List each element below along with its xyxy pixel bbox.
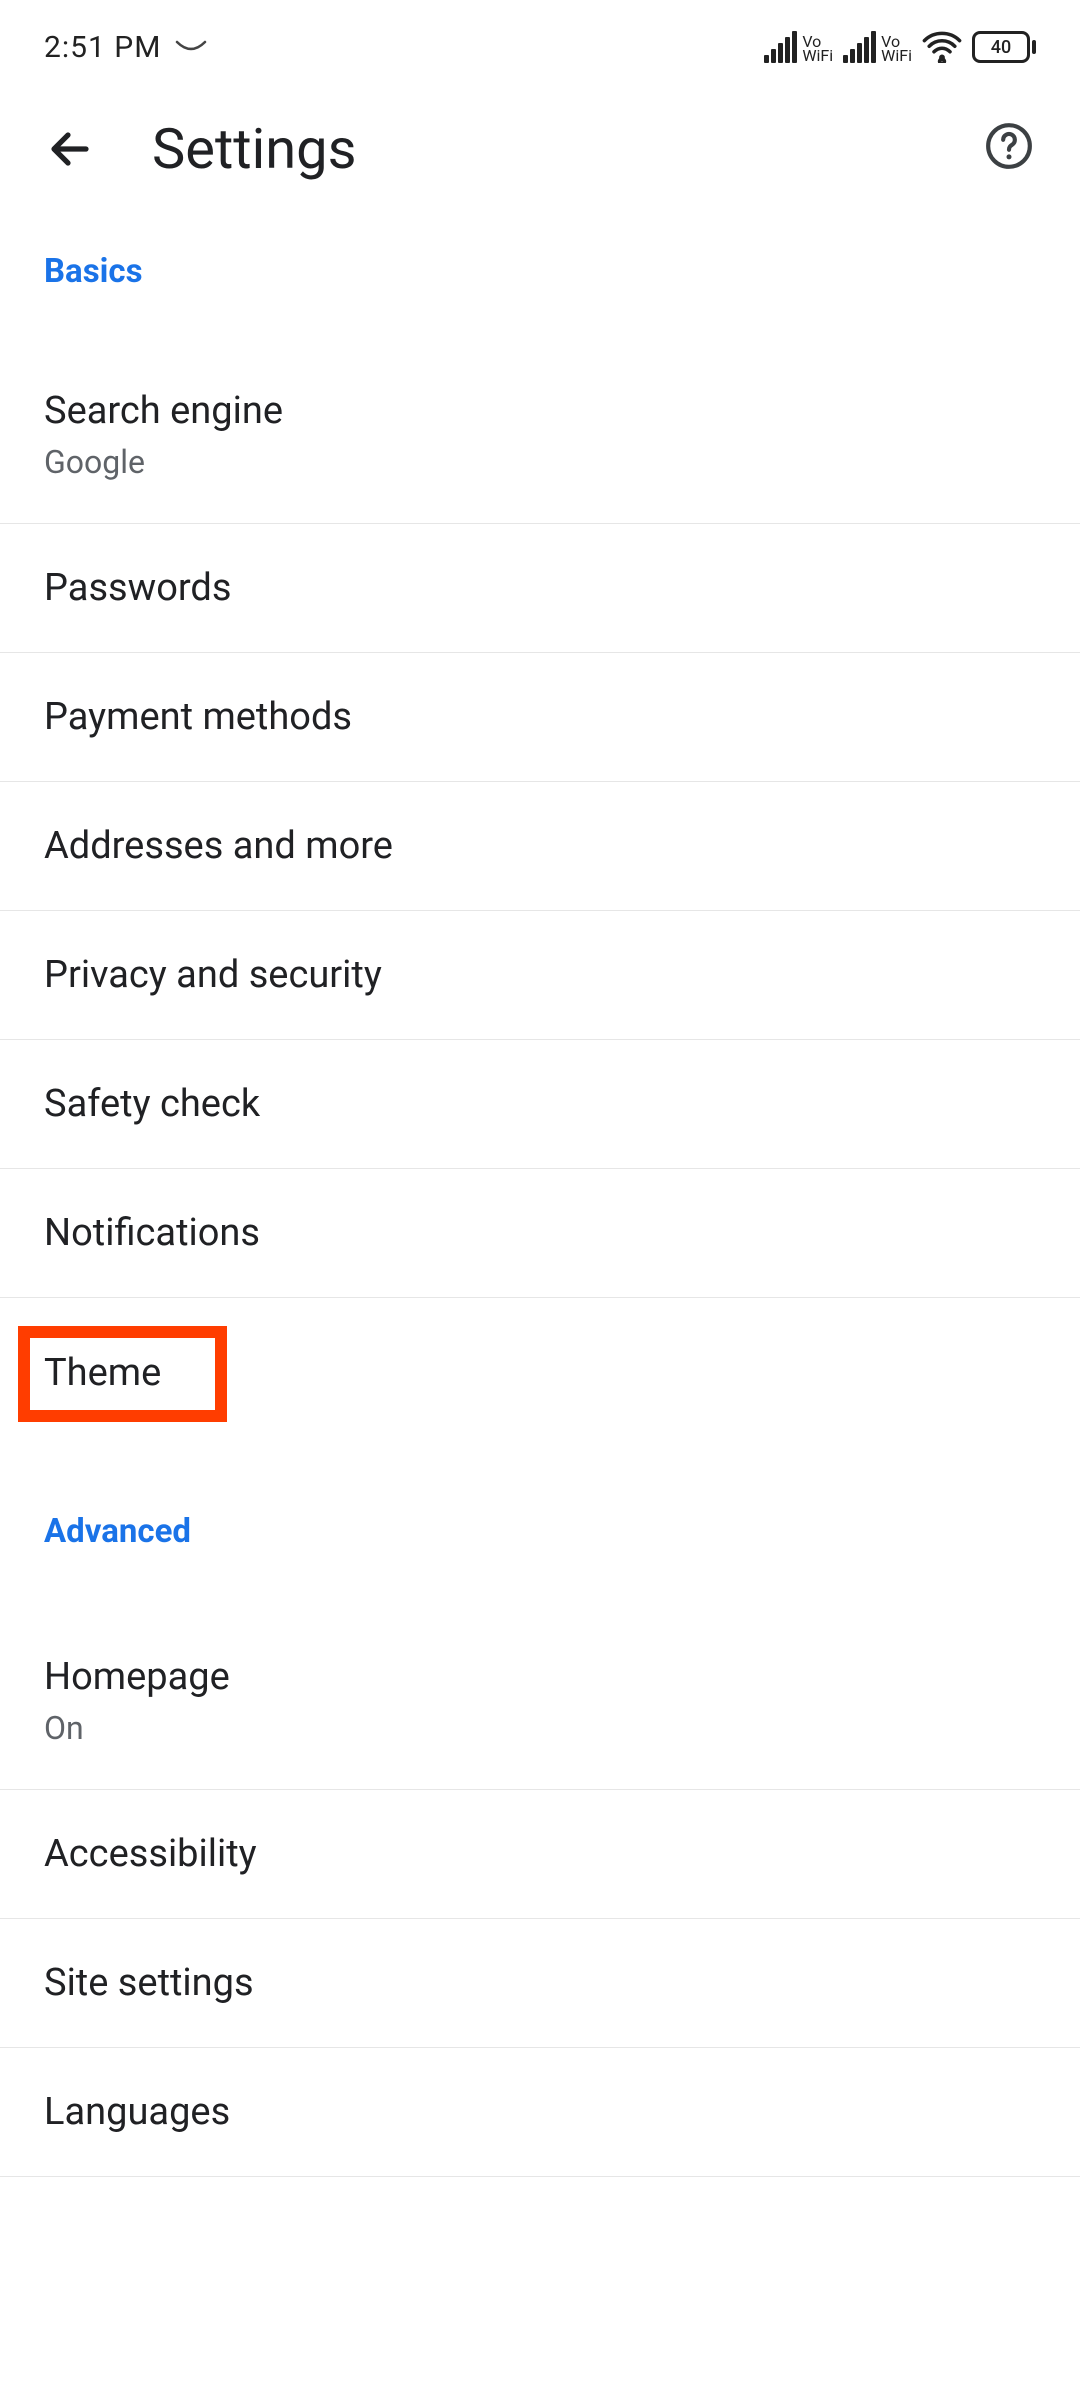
item-title: Theme (44, 1351, 161, 1395)
item-title: Safety check (44, 1082, 1036, 1126)
battery-level: 40 (972, 31, 1030, 63)
help-button[interactable] (984, 121, 1040, 177)
settings-item-site-settings[interactable]: Site settings (0, 1919, 1080, 2048)
signal-bars-icon (843, 31, 876, 63)
settings-item-privacy-security[interactable]: Privacy and security (0, 911, 1080, 1040)
item-subtitle: On (44, 1709, 1036, 1747)
settings-item-safety-check[interactable]: Safety check (0, 1040, 1080, 1169)
wifi-icon (922, 31, 962, 63)
signal-vowifi-2: Vo WiFi (843, 31, 912, 63)
status-right: Vo WiFi Vo WiFi 40 (764, 31, 1036, 63)
item-title: Languages (44, 2090, 1036, 2134)
item-title: Homepage (44, 1655, 1036, 1699)
vowifi-label-1: Vo WiFi (802, 35, 833, 63)
item-title: Payment methods (44, 695, 1036, 739)
section-header-basics: Basics (0, 230, 1080, 323)
section-header-advanced: Advanced (0, 1422, 1080, 1589)
back-button[interactable] (40, 119, 100, 179)
item-subtitle: Google (44, 443, 1036, 481)
settings-item-search-engine[interactable]: Search engine Google (0, 323, 1080, 524)
settings-item-addresses[interactable]: Addresses and more (0, 782, 1080, 911)
settings-item-passwords[interactable]: Passwords (0, 524, 1080, 653)
arrow-back-icon (46, 125, 94, 173)
curve-icon (175, 40, 207, 54)
item-title: Site settings (44, 1961, 1036, 2005)
status-bar: 2:51 PM Vo WiFi Vo WiFi (0, 0, 1080, 90)
help-icon (984, 121, 1034, 171)
settings-item-languages[interactable]: Languages (0, 2048, 1080, 2177)
highlight-box: Theme (18, 1326, 227, 1422)
settings-item-notifications[interactable]: Notifications (0, 1169, 1080, 1298)
app-header: Settings (0, 90, 1080, 230)
settings-item-payment-methods[interactable]: Payment methods (0, 653, 1080, 782)
item-title: Passwords (44, 566, 1036, 610)
settings-item-homepage[interactable]: Homepage On (0, 1589, 1080, 1790)
item-title: Notifications (44, 1211, 1036, 1255)
item-title: Privacy and security (44, 953, 1036, 997)
wifi-text: WiFi (881, 49, 912, 63)
item-title: Accessibility (44, 1832, 1036, 1876)
signal-vowifi-1: Vo WiFi (764, 31, 833, 63)
signal-bars-icon (764, 31, 797, 63)
item-title: Addresses and more (44, 824, 1036, 868)
status-time: 2:51 PM (44, 30, 161, 65)
wifi-text: WiFi (802, 49, 833, 63)
settings-item-theme[interactable]: Theme (0, 1298, 1080, 1422)
vowifi-label-2: Vo WiFi (881, 35, 912, 63)
battery-indicator: 40 (972, 31, 1036, 63)
page-title: Settings (152, 116, 932, 182)
settings-item-accessibility[interactable]: Accessibility (0, 1790, 1080, 1919)
status-left: 2:51 PM (44, 30, 207, 65)
item-title: Search engine (44, 389, 1036, 433)
